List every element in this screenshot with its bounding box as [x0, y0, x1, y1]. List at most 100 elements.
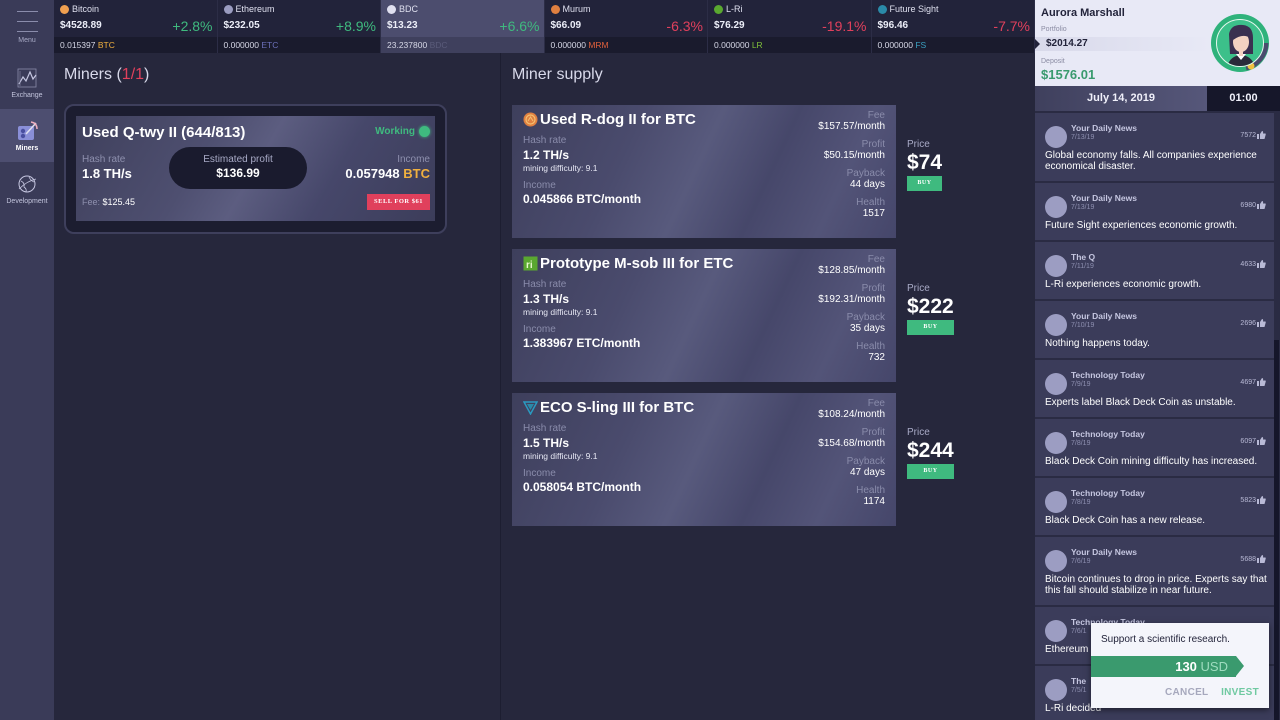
fee-value: $157.57/month: [818, 121, 885, 132]
invest-amount-value: 130: [1175, 659, 1197, 674]
coin-symbol: BDC: [429, 40, 448, 50]
payback-value: 35 days: [849, 323, 885, 334]
news-source-avatar: [1045, 679, 1067, 701]
ticker-top: Murum $66.09 -6.3%: [545, 0, 708, 37]
news-likes[interactable]: 5688: [1240, 555, 1266, 563]
coin-icon: [223, 4, 233, 14]
sidebar-item-label: Exchange: [11, 91, 43, 99]
ticker-item-lr[interactable]: L-Ri $76.29 -19.1% 0.000000 LR: [708, 0, 872, 53]
avatar-portrait: [1216, 19, 1264, 67]
news-likes[interactable]: 2696: [1240, 319, 1266, 327]
ticker-item-mrm[interactable]: Murum $66.09 -6.3% 0.000000 MRM: [544, 0, 708, 53]
deposit-label: Deposit: [1041, 58, 1065, 65]
news-likes[interactable]: 6097: [1240, 437, 1266, 445]
income-value: 1.383967 ETC/month: [523, 336, 641, 350]
income-label: Income: [397, 154, 430, 165]
sidebar-item-label: Miners: [15, 144, 39, 152]
news-item[interactable]: Your Daily News 7/10/19 2696 Nothing hap…: [1035, 301, 1274, 359]
invest-button[interactable]: INVEST: [1221, 687, 1259, 698]
coin-holding: 23.237800 BDC: [381, 37, 544, 53]
ticker-item-bdc[interactable]: BDC $13.23 +6.6% 23.237800 BDC: [381, 0, 545, 53]
coin-holding-amount: 0.000000: [550, 40, 586, 50]
avatar[interactable]: [1211, 14, 1269, 72]
news-likes[interactable]: 6980: [1240, 201, 1266, 209]
invest-currency: USD: [1200, 659, 1228, 674]
miner-stats: Fee $157.57/month Profit $50.15/month Pa…: [818, 110, 885, 226]
news-scrollbar[interactable]: [1274, 340, 1279, 720]
coin-change: +8.9%: [335, 18, 376, 34]
news-item[interactable]: Your Daily News 7/13/19 6980 Future Sigh…: [1035, 183, 1274, 241]
coin-change: -6.3%: [666, 18, 703, 34]
coin-name: Murum: [550, 4, 591, 14]
svg-text:ri: ri: [526, 260, 533, 271]
coin-symbol: FS: [915, 40, 927, 50]
menu-button[interactable]: Menu: [0, 0, 54, 53]
thumbs-up-icon: [1257, 378, 1266, 386]
miners-count: 1/1: [121, 66, 145, 83]
fee-value: $125.45: [102, 197, 136, 207]
coin-holding-amount: 0.000000: [714, 40, 750, 50]
miner-status-text: Working: [375, 126, 415, 137]
price-box: Price $222 BUY: [907, 283, 954, 335]
sell-miner-button[interactable]: SELL FOR $61: [367, 194, 430, 210]
news-source: Your Daily News: [1071, 311, 1137, 321]
supply-miner-name-text: ECO S-ling III for BTC: [540, 399, 695, 416]
news-text: L-Ri experiences economic growth.: [1045, 279, 1202, 290]
news-source: Your Daily News: [1071, 547, 1137, 557]
buy-button[interactable]: BUY: [907, 464, 954, 479]
news-date: 7/13/19: [1071, 204, 1095, 211]
news-likes[interactable]: 4633: [1240, 260, 1266, 268]
menu-label: Menu: [18, 37, 36, 44]
news-text: Global economy falls. All companies expe…: [1045, 150, 1257, 172]
likes-count: 6097: [1240, 437, 1256, 445]
sidebar-item-development[interactable]: Development: [0, 162, 54, 215]
miners-title-text: Miners: [64, 66, 113, 83]
fee-label: Fee:: [82, 197, 101, 207]
news-item[interactable]: Your Daily News 7/6/19 5688 Bitcoin cont…: [1035, 537, 1274, 606]
likes-count: 4633: [1240, 260, 1256, 268]
miner-stats: Fee $108.24/month Profit $154.68/month P…: [818, 398, 885, 514]
buy-button[interactable]: BUY: [907, 176, 942, 191]
news-item[interactable]: Technology Today 7/8/19 5823 Black Deck …: [1035, 478, 1274, 536]
thumbs-up-icon: [1257, 260, 1266, 268]
income-value: 0.058054 BTC/month: [523, 480, 642, 494]
news-date: 7/10/19: [1071, 322, 1095, 329]
profit-value: $192.31/month: [818, 294, 885, 305]
news-source-avatar: [1045, 432, 1067, 454]
likes-count: 6980: [1240, 201, 1256, 209]
news-likes[interactable]: 5823: [1240, 496, 1266, 504]
health-value: 1174: [863, 496, 885, 507]
ticker-item-btc[interactable]: Bitcoin $4528.89 +2.8% 0.015397 BTC: [54, 0, 218, 53]
buy-button[interactable]: BUY: [907, 320, 954, 335]
sidebar-item-label: Development: [6, 197, 48, 205]
mining-difficulty: mining difficulty: 9.1: [523, 451, 598, 461]
news-text: Black Deck Coin mining difficulty has in…: [1045, 456, 1258, 467]
fee-value: $128.85/month: [818, 265, 885, 276]
news-item[interactable]: The Q 7/11/19 4633 L-Ri experiences econ…: [1035, 242, 1274, 300]
news-item[interactable]: Technology Today 7/8/19 6097 Black Deck …: [1035, 419, 1274, 477]
news-source-avatar: [1045, 550, 1067, 572]
hamburger-icon: [16, 11, 38, 12]
coin-name: L-Ri: [714, 4, 743, 14]
news-source-avatar: [1045, 126, 1067, 148]
coin-change: -19.1%: [822, 18, 867, 34]
user-name: Aurora Marshall: [1041, 7, 1125, 19]
hash-rate-value: 1.5 TH/s: [523, 436, 570, 450]
sidebar-item-exchange[interactable]: Exchange: [0, 56, 54, 109]
news-likes[interactable]: 7572: [1240, 131, 1266, 139]
sidebar-item-miners[interactable]: Miners: [0, 109, 54, 162]
cancel-button[interactable]: CANCEL: [1165, 687, 1208, 698]
coin-symbol: LR: [751, 40, 763, 50]
portfolio-label: Portfolio: [1041, 26, 1067, 33]
income-label: Income: [523, 468, 556, 479]
ticker-item-fs[interactable]: Future Sight $96.46 -7.7% 0.000000 FS: [871, 0, 1035, 53]
news-item[interactable]: Your Daily News 7/13/19 7572 Global econ…: [1035, 113, 1274, 182]
hash-rate-label: Hash rate: [523, 423, 567, 434]
news-date: 7/11/19: [1071, 263, 1094, 270]
coin-symbol: ETC: [261, 40, 279, 50]
profit-label: Profit: [861, 283, 885, 294]
news-likes[interactable]: 4697: [1240, 378, 1266, 386]
ticker-item-etc[interactable]: Ethereum $232.05 +8.9% 0.000000 ETC: [217, 0, 381, 53]
news-item[interactable]: Technology Today 7/9/19 4697 Experts lab…: [1035, 360, 1274, 418]
news-text: Nothing happens today.: [1045, 338, 1150, 349]
